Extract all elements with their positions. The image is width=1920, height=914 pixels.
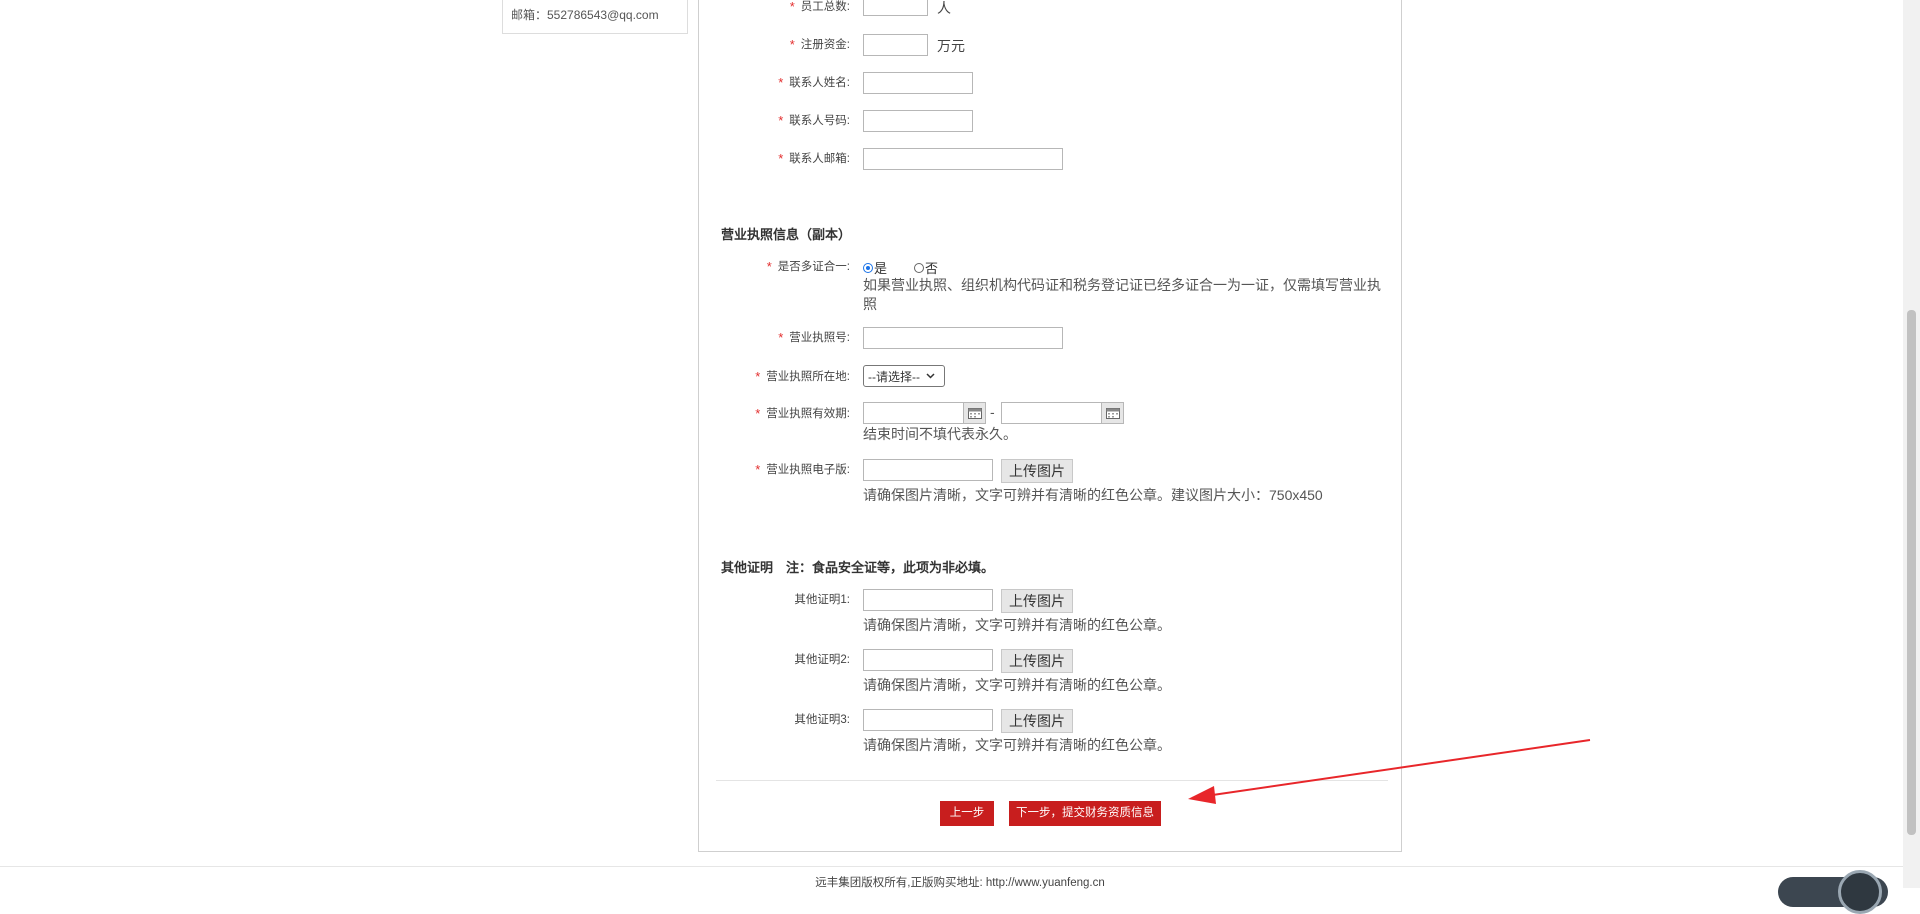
other-cert-3-file-input[interactable]: [863, 709, 993, 731]
capital-input[interactable]: [863, 34, 928, 56]
radio-no-dot[interactable]: [914, 262, 924, 273]
contact-phone-label: * 联系人号码:: [778, 113, 850, 128]
license-scan-file-input[interactable]: [863, 459, 993, 481]
widget-ring-icon[interactable]: [1838, 870, 1882, 914]
contact-name-label: * 联系人姓名:: [778, 75, 850, 90]
radio-yes[interactable]: 是: [863, 258, 887, 277]
license-section-title: 营业执照信息（副本）: [721, 227, 852, 242]
calendar-icon[interactable]: [1102, 402, 1124, 424]
employees-input[interactable]: [863, 0, 928, 16]
next-step-button[interactable]: 下一步，提交财务资质信息: [1009, 801, 1161, 826]
contact-phone-input[interactable]: [863, 110, 973, 132]
required-star: *: [778, 113, 784, 128]
license-location-label: * 营业执照所在地:: [755, 369, 850, 384]
sidebar-contact-card: 邮箱：552786543@qq.com: [502, 0, 688, 34]
validity-hint: 结束时间不填代表永久。: [863, 426, 1017, 442]
capital-label: * 注册资金:: [789, 37, 850, 52]
contact-name-input[interactable]: [863, 72, 973, 94]
annotation-arrow-icon: [1188, 739, 1591, 804]
license-number-input[interactable]: [863, 327, 1063, 349]
other-cert-2-file-input[interactable]: [863, 649, 993, 671]
chevron-down-icon: [926, 373, 935, 379]
employees-unit: 人: [937, 0, 951, 16]
other-cert-3-label: 其他证明3:: [794, 714, 850, 726]
calendar-icon[interactable]: [964, 402, 986, 424]
validity-dash: -: [990, 404, 995, 420]
license-scan-hint: 请确保图片清晰，文字可辨并有清晰的红色公章。建议图片大小：750x450: [863, 487, 1323, 503]
scrollbar-thumb[interactable]: [1907, 310, 1916, 835]
capital-unit: 万元: [937, 38, 965, 54]
required-star: *: [778, 151, 784, 166]
other-cert-1-label: 其他证明1:: [794, 594, 850, 606]
required-star: *: [755, 406, 761, 421]
multi-cert-label: * 是否多证合一:: [766, 259, 850, 274]
license-upload-button[interactable]: 上传图片: [1001, 459, 1073, 483]
other-cert-2-upload-button[interactable]: 上传图片: [1001, 649, 1073, 673]
required-star: *: [766, 259, 772, 274]
other-cert-3-upload-button[interactable]: 上传图片: [1001, 709, 1073, 733]
required-star: *: [755, 462, 761, 477]
license-number-label: * 营业执照号:: [778, 330, 850, 345]
required-star: *: [789, 37, 795, 52]
license-location-select[interactable]: --请选择--: [863, 365, 945, 387]
required-star: *: [755, 369, 761, 384]
other-cert-1-file-input[interactable]: [863, 589, 993, 611]
license-validity-label: * 营业执照有效期:: [755, 406, 850, 421]
page-scrollbar[interactable]: [1903, 0, 1920, 888]
license-scan-label: * 营业执照电子版:: [755, 462, 850, 477]
other-cert-2-hint: 请确保图片清晰，文字可辨并有清晰的红色公章。: [863, 677, 1171, 693]
multi-cert-hint: 如果营业执照、组织机构代码证和税务登记证已经多证合一为一证，仅需填写营业执照: [863, 277, 1381, 312]
validity-end-input[interactable]: [1001, 402, 1102, 424]
employees-label: * 员工总数:: [789, 0, 850, 14]
sidebar-email: 邮箱：552786543@qq.com: [511, 8, 659, 22]
required-star: *: [778, 330, 784, 345]
contact-email-input[interactable]: [863, 148, 1063, 170]
select-value: --请选择--: [868, 369, 920, 384]
required-star: *: [778, 75, 784, 90]
footer-divider: [0, 866, 1920, 867]
radio-yes-dot[interactable]: [863, 262, 873, 273]
other-section-title: 其他证明 注：食品安全证等，此项为非必填。: [721, 560, 995, 575]
other-cert-2-label: 其他证明2:: [794, 654, 850, 666]
radio-no[interactable]: 否: [914, 258, 938, 277]
other-cert-1-upload-button[interactable]: 上传图片: [1001, 589, 1073, 613]
other-cert-3-hint: 请确保图片清晰，文字可辨并有清晰的红色公章。: [863, 737, 1171, 753]
validity-start-input[interactable]: [863, 402, 964, 424]
prev-step-button[interactable]: 上一步: [940, 801, 994, 826]
contact-email-label: * 联系人邮箱:: [778, 151, 850, 166]
required-star: *: [789, 0, 795, 14]
other-cert-1-hint: 请确保图片清晰，文字可辨并有清晰的红色公章。: [863, 617, 1171, 633]
